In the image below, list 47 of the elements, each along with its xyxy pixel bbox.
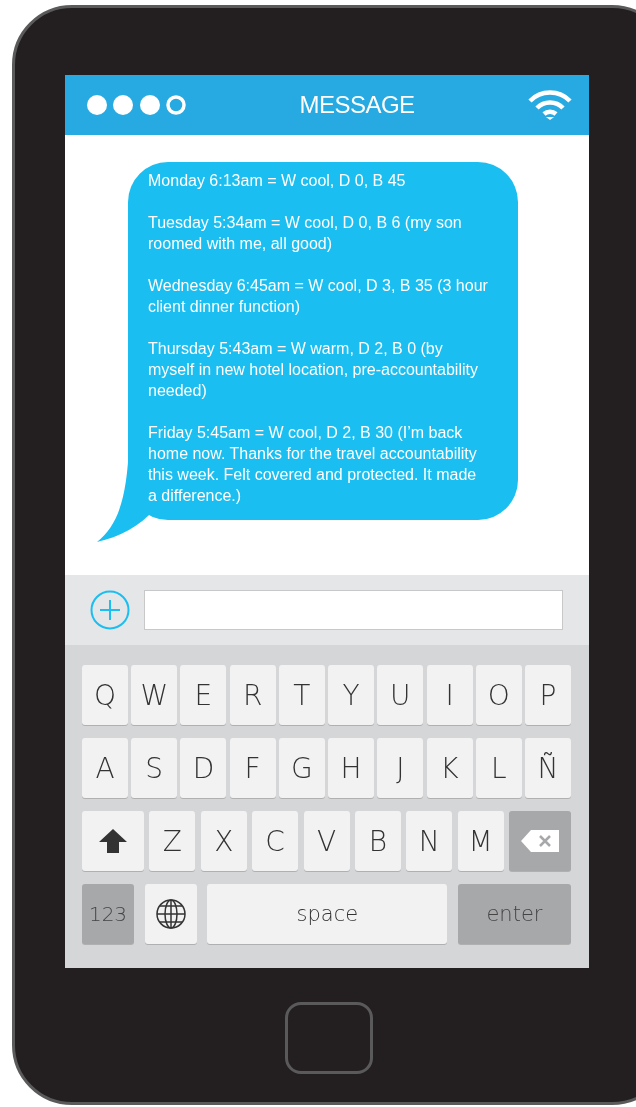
message-text: Thursday 5:43am = W warm, D 2, B 0 (by myself in new hotel location, pre-accountability needed)	[148, 339, 479, 401]
key[interactable]: E	[180, 665, 227, 725]
backspace-icon	[521, 830, 559, 852]
key[interactable]: U	[377, 665, 424, 725]
key[interactable]: M	[457, 811, 504, 871]
key[interactable]: Y	[328, 665, 375, 725]
key[interactable]: D	[180, 738, 227, 798]
key[interactable]: B	[354, 811, 401, 871]
key[interactable]: Z	[149, 811, 196, 871]
key[interactable]: V	[303, 811, 350, 871]
home-button[interactable]	[285, 1002, 373, 1074]
message-input-field[interactable]	[144, 590, 563, 630]
key[interactable]: N	[406, 811, 453, 871]
backspace-key[interactable]	[509, 811, 571, 871]
signal-dots-icon	[87, 94, 187, 116]
message-text: Tuesday 5:34am = W cool, D 0, B 6 (my son roomed with me, all good)	[148, 213, 463, 254]
message-text: Monday 6:13am = W cool, D 0, B 45	[148, 171, 407, 191]
key[interactable]: O	[475, 665, 522, 725]
key[interactable]: T	[278, 665, 325, 725]
key[interactable]: S	[131, 738, 178, 798]
key[interactable]: L	[475, 738, 522, 798]
key[interactable]: H	[328, 738, 375, 798]
key[interactable]: X	[200, 811, 247, 871]
key[interactable]: R	[229, 665, 276, 725]
key[interactable]: G	[278, 738, 325, 798]
key[interactable]: F	[229, 738, 276, 798]
globe-icon	[154, 898, 187, 930]
key[interactable]: Q	[82, 665, 128, 725]
wifi-icon	[527, 89, 573, 121]
screen-title: MESSAGE	[299, 91, 415, 119]
space-key[interactable]: space	[207, 884, 448, 944]
key[interactable]: Ñ	[524, 738, 571, 798]
key[interactable]: K	[426, 738, 473, 798]
message-text: Wednesday 6:45am = W cool, D 3, B 35 (3 hour client dinner function)	[148, 276, 488, 317]
key[interactable]: P	[524, 665, 571, 725]
key[interactable]: J	[377, 738, 424, 798]
message-text: Friday 5:45am = W cool, D 2, B 30 (I’m back home now. Thanks for the travel accountability this week. Felt covered and protected. It made a difference.)	[148, 423, 478, 506]
key[interactable]: W	[131, 665, 178, 725]
shift-arrow-icon	[98, 827, 128, 855]
key[interactable]: I	[426, 665, 473, 725]
key[interactable]: A	[82, 738, 128, 798]
key[interactable]: C	[252, 811, 299, 871]
enter-key[interactable]: enter	[457, 884, 571, 944]
shift-key[interactable]	[82, 811, 144, 871]
numbers-key[interactable]: 123	[82, 884, 134, 944]
add-icon[interactable]	[90, 590, 130, 630]
globe-key[interactable]	[144, 884, 197, 944]
